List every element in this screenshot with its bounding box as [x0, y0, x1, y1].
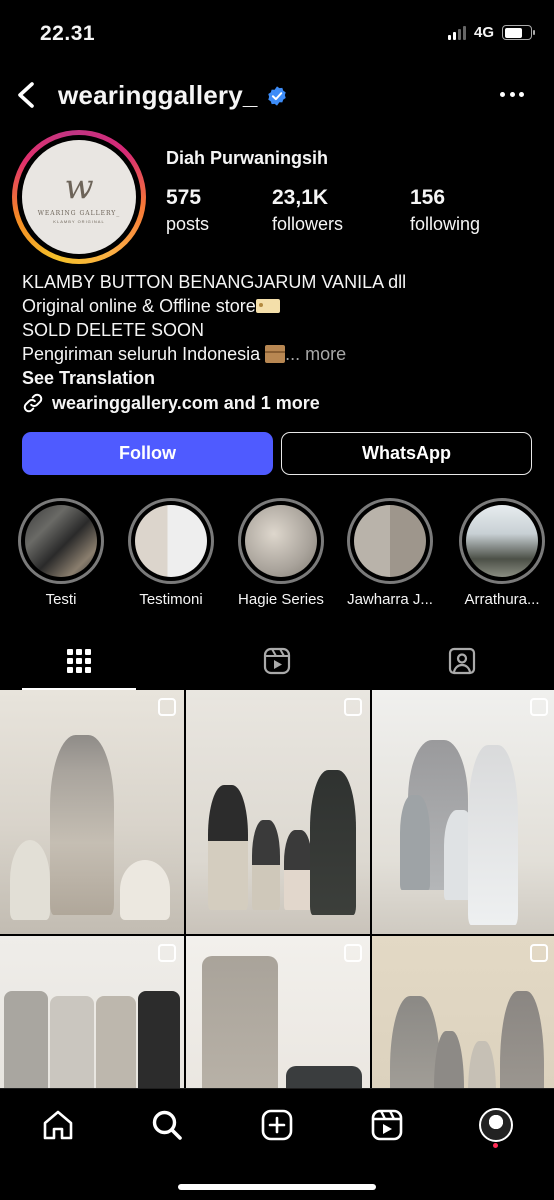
bio-line-2-wrap: Original online & Offline store: [22, 294, 542, 318]
back-icon[interactable]: [14, 78, 42, 112]
reels-icon: [371, 1109, 403, 1141]
status-bar: 22.31 4G: [0, 0, 554, 66]
multi-post-icon: [158, 698, 176, 716]
nav-create[interactable]: [257, 1105, 297, 1145]
highlight-label: Testimoni: [139, 591, 203, 608]
highlight-testimoni[interactable]: Testimoni: [123, 498, 219, 608]
stat-followers-value: 23,1K: [272, 186, 329, 209]
stat-posts[interactable]: 575 posts: [166, 186, 272, 238]
profile-username: wearinggallery_: [58, 80, 258, 110]
stat-posts-value: 575: [166, 186, 202, 209]
stat-followers-label: followers: [272, 214, 344, 234]
post-thumbnail[interactable]: [0, 690, 184, 934]
reels-icon: [263, 647, 291, 675]
highlight-cover-image: [354, 505, 426, 577]
profile-header: wearinggallery_: [0, 70, 554, 120]
tab-reels[interactable]: [220, 632, 334, 690]
profile-bio: KLAMBY BUTTON BENANGJARUM VANILA dll Ori…: [22, 270, 542, 390]
search-icon: [152, 1110, 182, 1140]
post-thumbnail[interactable]: [372, 936, 554, 1088]
highlight-label: Hagie Series: [238, 591, 324, 608]
highlight-arrathura[interactable]: Arrathura...: [452, 498, 552, 608]
post-thumbnail[interactable]: [0, 936, 184, 1088]
profile-avatar: w WEARING GALLERY_ KLAMBY ORIGINAL: [22, 140, 136, 254]
highlight-label: Jawharra J...: [347, 591, 433, 608]
follow-button[interactable]: Follow: [22, 432, 273, 475]
profile-link-text: wearinggallery.com and 1 more: [52, 392, 320, 413]
create-icon: [261, 1109, 293, 1141]
stat-followers[interactable]: 23,1K followers: [272, 186, 410, 238]
verified-badge-icon: [267, 85, 286, 106]
multi-post-icon: [158, 944, 176, 962]
avatar-brand-text: WEARING GALLERY_: [37, 210, 121, 217]
tab-tagged[interactable]: [405, 632, 519, 690]
stat-following-value: 156: [410, 186, 446, 209]
highlight-cover-image: [466, 505, 538, 577]
stat-posts-label: posts: [166, 214, 210, 234]
nav-profile[interactable]: [476, 1105, 516, 1145]
post-thumbnail[interactable]: [372, 690, 554, 934]
highlight-testi[interactable]: Testi: [13, 498, 109, 608]
signal-icon: [447, 25, 466, 40]
status-indicators: 4G: [447, 24, 535, 41]
battery-icon: [502, 25, 535, 40]
status-time: 22.31: [40, 22, 96, 45]
profile-link[interactable]: wearinggallery.com and 1 more: [22, 392, 320, 414]
more-options-icon[interactable]: [500, 84, 524, 104]
highlight-label: Testi: [45, 591, 77, 608]
network-type: 4G: [473, 24, 494, 41]
avatar-monogram: w: [64, 167, 94, 207]
highlight-cover-image: [135, 505, 207, 577]
stat-following-label: following: [410, 214, 481, 234]
profile-stats: 575 posts 23,1K followers 156 following: [166, 186, 480, 238]
nav-home[interactable]: [38, 1105, 78, 1145]
profile-avatar-story-ring[interactable]: w WEARING GALLERY_ KLAMBY ORIGINAL: [12, 130, 146, 264]
avatar-sub-text: KLAMBY ORIGINAL: [53, 219, 105, 224]
nav-reels[interactable]: [367, 1105, 407, 1145]
display-name: Diah Purwaningsih: [166, 148, 329, 168]
posts-grid: [0, 690, 554, 1088]
home-indicator[interactable]: [178, 1184, 376, 1190]
link-icon: [23, 393, 43, 413]
bio-line-3: SOLD DELETE SOON: [22, 320, 205, 340]
tab-posts-grid[interactable]: [22, 632, 136, 690]
stat-following[interactable]: 156 following: [410, 186, 480, 238]
highlight-label: Arrathura...: [464, 591, 540, 608]
bio-line-1: KLAMBY BUTTON BENANGJARUM VANILA dll: [22, 272, 407, 292]
grid-icon: [67, 649, 91, 673]
multi-post-icon: [344, 698, 362, 716]
username-area: wearinggallery_: [58, 80, 288, 111]
bio-line-2: Original online & Offline store: [22, 296, 256, 316]
highlight-hagie-series[interactable]: Hagie Series: [233, 498, 329, 608]
notification-dot: [493, 1143, 498, 1148]
highlight-jawharra[interactable]: Jawharra J...: [342, 498, 438, 608]
post-thumbnail[interactable]: [186, 690, 370, 934]
bio-more-link[interactable]: ... more: [285, 344, 346, 364]
nav-search[interactable]: [147, 1105, 187, 1145]
package-emoji-icon: [265, 345, 286, 363]
multi-post-icon: [530, 944, 548, 962]
whatsapp-button[interactable]: WhatsApp: [281, 432, 532, 475]
post-thumbnail[interactable]: [186, 936, 370, 1088]
label-tag-emoji-icon: [255, 299, 280, 313]
story-highlights: Testi Testimoni Hagie Series Jawharra J.…: [0, 498, 554, 618]
tagged-icon: [448, 647, 476, 675]
multi-post-icon: [530, 698, 548, 716]
see-translation-link[interactable]: See Translation: [22, 366, 542, 390]
bio-line-4-wrap: Pengiriman seluruh Indonesia ... more: [22, 342, 542, 366]
bio-line-4: Pengiriman seluruh Indonesia: [22, 344, 261, 364]
profile-tabs: [0, 632, 554, 690]
highlight-cover-image: [25, 505, 97, 577]
highlight-cover-image: [245, 505, 317, 577]
home-icon: [43, 1110, 73, 1140]
multi-post-icon: [344, 944, 362, 962]
profile-avatar-small: [479, 1108, 513, 1142]
